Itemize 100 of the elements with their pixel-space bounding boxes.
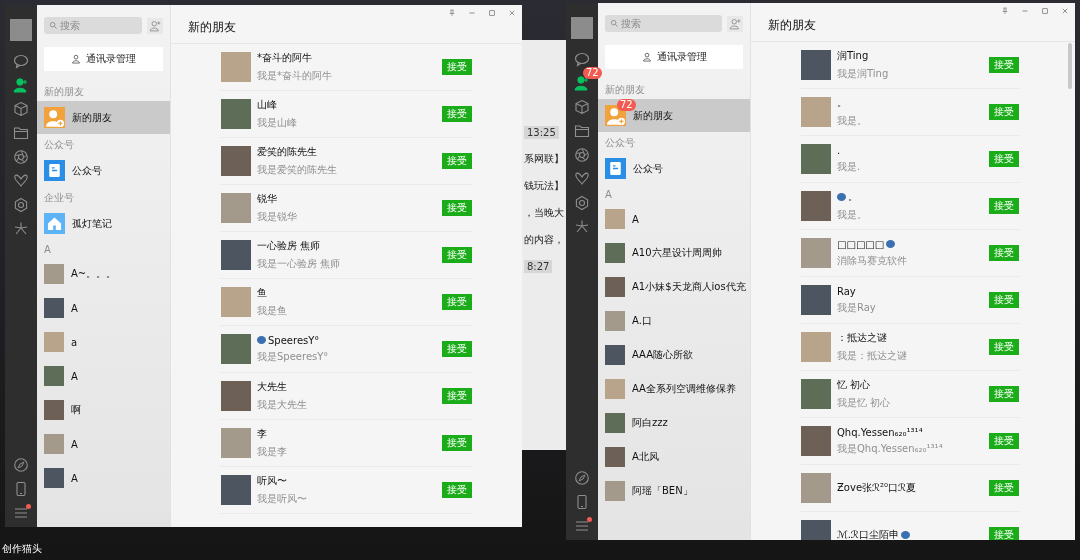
- aperture-icon[interactable]: [574, 147, 590, 163]
- chat-bubble-icon[interactable]: [13, 53, 29, 69]
- message-text: 钱玩法】: [524, 179, 564, 193]
- request-message: 我是。: [837, 114, 868, 128]
- photo-placeholder: [221, 99, 251, 129]
- section-header: 公众号: [604, 136, 636, 150]
- menu-icon[interactable]: [13, 505, 29, 521]
- contact-item[interactable]: A: [598, 202, 750, 236]
- cube-icon[interactable]: [574, 99, 590, 115]
- contact-name: *奋斗的阿牛: [257, 51, 312, 65]
- search-field[interactable]: 搜索: [44, 17, 142, 34]
- photo-placeholder: [221, 475, 251, 505]
- contact-item[interactable]: A~。。。: [37, 257, 170, 291]
- photo-placeholder: [801, 191, 831, 221]
- page-title: 新的朋友: [187, 19, 236, 36]
- section-header: 企业号: [43, 191, 75, 205]
- contacts-manager-button[interactable]: 通讯录管理: [605, 45, 743, 69]
- contact-name: 爱笑的陈先生: [257, 145, 317, 159]
- photo-placeholder: [221, 193, 251, 223]
- pin-icon[interactable]: [448, 9, 456, 17]
- contact-name: 大先生: [257, 380, 287, 394]
- butterfly-icon[interactable]: [574, 171, 590, 187]
- photo-placeholder: [801, 97, 831, 127]
- sparkle-icon[interactable]: [574, 219, 590, 235]
- request-message: 我是李: [257, 445, 288, 459]
- close-icon[interactable]: [508, 9, 516, 17]
- request-message: 我是听风〜: [257, 492, 308, 506]
- maximize-icon[interactable]: [1041, 7, 1049, 15]
- contact-item[interactable]: a: [37, 325, 170, 359]
- contact-name: 。: [848, 190, 858, 204]
- hexagon-icon[interactable]: [574, 195, 590, 211]
- butterfly-icon[interactable]: [13, 173, 29, 189]
- section-header: 新的朋友: [604, 83, 646, 97]
- contact-name: 一心验房 焦师: [257, 239, 321, 253]
- page-title: 新的朋友: [767, 17, 816, 34]
- folder-icon[interactable]: [13, 125, 29, 141]
- chat-bubble-icon[interactable]: [574, 51, 590, 67]
- phone-icon[interactable]: [574, 494, 590, 510]
- hexagon-icon[interactable]: [13, 197, 29, 213]
- contact-name: SpeeresY°: [268, 334, 320, 346]
- photo-placeholder: [221, 428, 251, 458]
- photo-placeholder: [801, 332, 831, 362]
- contact-name: 听风〜: [257, 474, 287, 488]
- add-contact-button[interactable]: [727, 15, 743, 32]
- contact-item[interactable]: A: [37, 291, 170, 325]
- folder-icon[interactable]: [574, 123, 590, 139]
- phone-icon[interactable]: [13, 481, 29, 497]
- contact-item[interactable]: 孤灯笔记: [37, 207, 170, 240]
- contact-item[interactable]: 72 新的朋友: [598, 99, 750, 132]
- contact-name: 李: [257, 427, 267, 441]
- photo-placeholder: [605, 413, 625, 433]
- contact-item[interactable]: 公众号: [37, 154, 170, 187]
- contacts-icon[interactable]: [574, 75, 590, 91]
- aperture-icon[interactable]: [13, 149, 29, 165]
- contact-item[interactable]: 新的朋友: [37, 101, 170, 134]
- contact-item[interactable]: A.口: [598, 304, 750, 338]
- maximize-icon[interactable]: [488, 9, 496, 17]
- message-text: ，当晚大: [524, 206, 564, 220]
- photo-placeholder: [801, 379, 831, 409]
- desktop-label: 创作猫头: [2, 542, 42, 556]
- contact-item[interactable]: 阿瑶「BEN」: [598, 474, 750, 508]
- search-field[interactable]: 搜索: [605, 15, 722, 32]
- request-message: 我是*奋斗的阿牛: [257, 69, 333, 83]
- section-header: 新的朋友: [43, 85, 85, 99]
- house-icon: [44, 213, 65, 234]
- contact-name: Ray: [837, 285, 856, 297]
- contact-item[interactable]: 啊: [37, 393, 170, 427]
- close-icon[interactable]: [1061, 7, 1069, 15]
- message-time: 8:27: [524, 260, 553, 273]
- contact-name: ℳ.ℛ口尘陌申: [837, 528, 899, 540]
- compass-icon[interactable]: [574, 470, 590, 486]
- compass-icon[interactable]: [13, 457, 29, 473]
- cube-icon[interactable]: [13, 101, 29, 117]
- add-person-icon: [149, 19, 161, 32]
- contacts-manager-button[interactable]: 通讯录管理: [44, 47, 163, 71]
- add-contact-button[interactable]: [147, 17, 163, 34]
- contact-item[interactable]: A: [37, 427, 170, 461]
- contact-item[interactable]: A: [37, 359, 170, 393]
- contact-item[interactable]: AAA随心所欲: [598, 338, 750, 372]
- contact-item[interactable]: A: [37, 461, 170, 495]
- contact-item[interactable]: 阿白zzz: [598, 406, 750, 440]
- contacts-icon[interactable]: [13, 77, 29, 93]
- menu-icon[interactable]: [574, 518, 590, 534]
- unread-badge: 72: [583, 67, 602, 79]
- contact-name: 锐华: [257, 192, 277, 206]
- scrollbar-thumb[interactable]: [1068, 43, 1072, 89]
- message-text: 系网联】: [524, 152, 564, 166]
- contact-item[interactable]: 公众号: [598, 152, 750, 185]
- pin-icon[interactable]: [1001, 7, 1009, 15]
- photo-placeholder: [221, 334, 251, 364]
- photo-placeholder: [801, 426, 831, 456]
- contact-item[interactable]: A1小妹$天龙商人ios代充: [598, 270, 750, 304]
- contact-name: □□□□□: [837, 238, 885, 250]
- contact-item[interactable]: A10六星设计周周帅: [598, 236, 750, 270]
- add-person-icon: [729, 17, 741, 30]
- contact-item[interactable]: AA全系列空调维修保养: [598, 372, 750, 406]
- photo-placeholder: [605, 379, 625, 399]
- person-icon: [641, 52, 652, 62]
- sparkle-icon[interactable]: [13, 221, 29, 237]
- contact-item[interactable]: A北风: [598, 440, 750, 474]
